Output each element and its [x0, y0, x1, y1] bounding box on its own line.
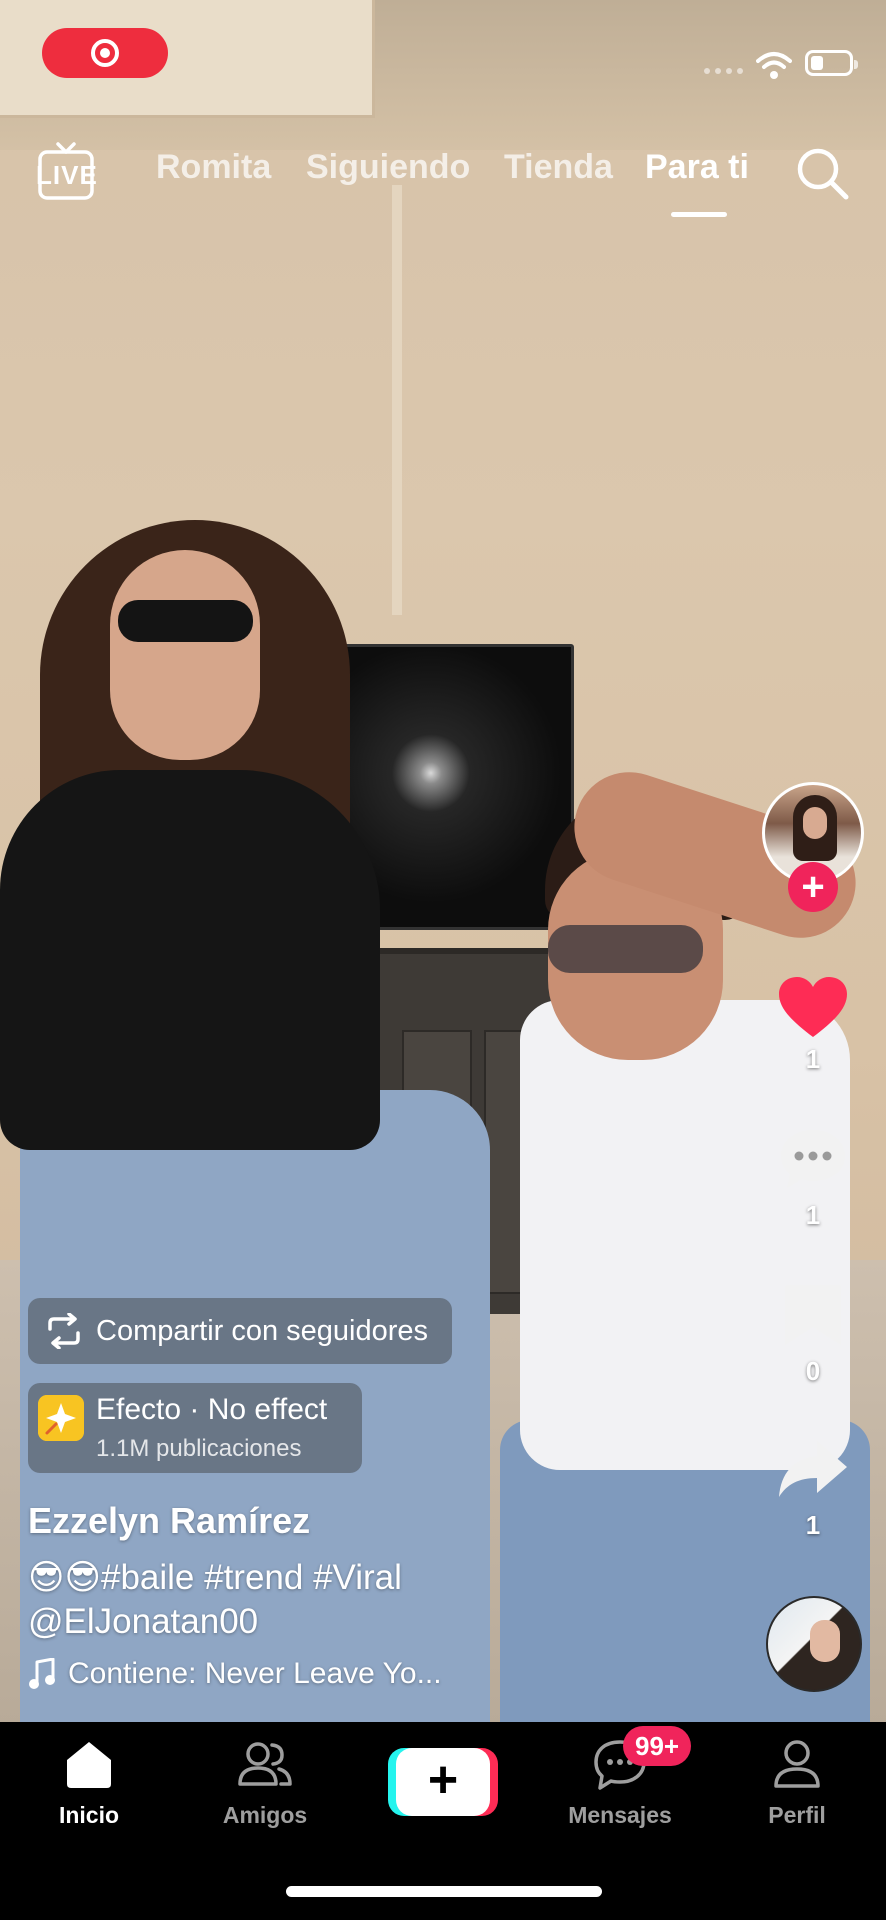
messages-unread-badge: 99+	[623, 1726, 692, 1766]
caption-hashtags: 😎😎#baile #trend #Viral	[28, 1558, 402, 1597]
wifi-icon	[756, 52, 792, 79]
nav-inicio[interactable]: Inicio	[19, 1738, 159, 1829]
nav-perfil-label: Perfil	[768, 1802, 826, 1828]
nav-amigos[interactable]: Amigos	[195, 1738, 335, 1829]
battery-icon	[805, 50, 858, 76]
tab-romita[interactable]: Romita	[156, 148, 271, 187]
live-label: LIVE	[36, 160, 98, 190]
share-arrow-icon[interactable]	[777, 1437, 849, 1503]
like-heart-icon[interactable]	[777, 975, 849, 1041]
active-tab-indicator	[671, 212, 727, 217]
effect-link[interactable]: Efecto · No effect 1.1M publicaciones	[28, 1383, 362, 1473]
share-count: 1	[805, 1510, 821, 1540]
plus-icon: +	[801, 865, 825, 909]
tab-tienda[interactable]: Tienda	[504, 148, 613, 187]
effect-post-count: 1.1M publicaciones	[96, 1435, 302, 1462]
music-note-icon	[29, 1658, 55, 1689]
effect-title: Efecto · No effect	[96, 1393, 328, 1426]
tab-para-ti[interactable]: Para ti	[645, 148, 749, 187]
caption-mention: @ElJonatan00	[28, 1602, 259, 1641]
save-count: 0	[805, 1356, 821, 1386]
screen-recording-indicator[interactable]	[42, 28, 168, 78]
sound-disc-avatar[interactable]	[766, 1596, 862, 1692]
nav-mensajes-label: Mensajes	[568, 1802, 672, 1828]
music-title: Contiene: Never Leave Yo...	[68, 1657, 442, 1690]
video-caption[interactable]: 😎😎#baile #trend #Viral @ElJonatan00	[28, 1556, 548, 1644]
plus-icon: +	[427, 1751, 459, 1809]
cellular-signal-icon	[704, 68, 743, 74]
create-video-button[interactable]: +	[388, 1748, 498, 1816]
home-indicator[interactable]	[286, 1886, 602, 1897]
creator-username[interactable]: Ezzelyn Ramírez	[28, 1500, 310, 1542]
home-icon	[67, 1742, 111, 1788]
video-person-left-face	[110, 550, 260, 760]
nav-amigos-label: Amigos	[222, 1802, 308, 1828]
tab-siguiendo[interactable]: Siguiendo	[306, 148, 470, 187]
share-with-followers-label: Compartir con seguidores	[96, 1314, 429, 1347]
repost-icon	[48, 1313, 80, 1349]
video-person-left-sunglasses	[118, 600, 253, 642]
create-button-face: +	[396, 1748, 490, 1816]
friends-icon	[238, 1742, 292, 1786]
video-background-wall-trim	[392, 185, 402, 615]
comment-icon[interactable]	[777, 1126, 849, 1192]
avatar-face	[803, 807, 827, 839]
video-person-right-sunglasses	[548, 925, 703, 973]
like-count: 1	[805, 1044, 821, 1074]
effect-sparkle-icon	[38, 1395, 84, 1441]
comment-count: 1	[805, 1200, 821, 1230]
share-with-followers-button[interactable]: Compartir con seguidores	[28, 1298, 453, 1364]
search-icon[interactable]	[794, 145, 850, 201]
nav-inicio-label: Inicio	[58, 1802, 120, 1828]
avatar-face	[810, 1620, 840, 1662]
music-info[interactable]: Contiene: Never Leave Yo...	[28, 1657, 442, 1691]
video-person-left-top	[0, 770, 380, 1150]
bookmark-icon[interactable]	[777, 1283, 849, 1349]
profile-icon	[774, 1740, 820, 1788]
nav-perfil[interactable]: Perfil	[727, 1738, 867, 1829]
follow-button[interactable]: +	[788, 862, 838, 912]
record-icon	[91, 39, 119, 67]
